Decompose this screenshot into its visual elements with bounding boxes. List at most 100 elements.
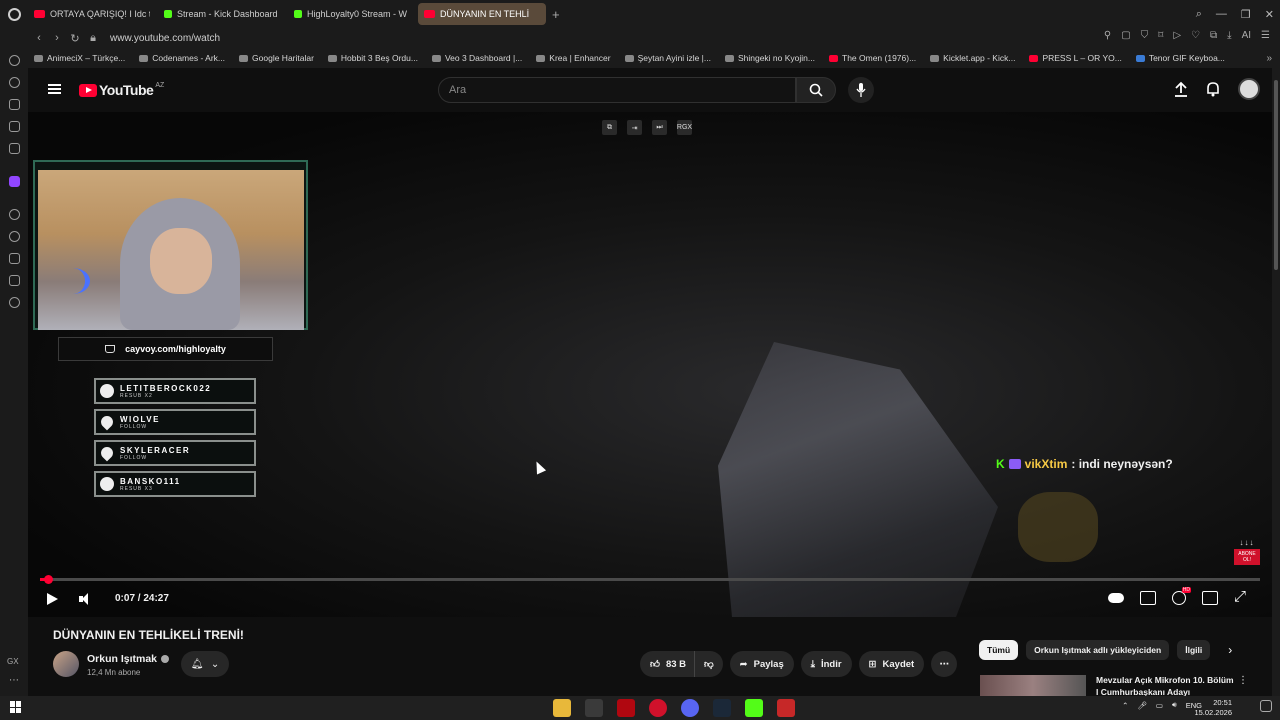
bookmark-item[interactable]: Shingeki no Kyojin... [724,53,815,63]
new-tab-icon[interactable]: + [552,7,560,22]
twitch-icon[interactable] [9,176,20,187]
minimize-icon[interactable]: — [1216,8,1227,20]
tab-kick-dashboard[interactable]: Stream - Kick Dashboard [158,3,286,25]
dislike-button[interactable]: 👎︎ [695,651,723,677]
volume-icon[interactable]: 🔊︎ [1172,700,1177,710]
bookmark-item[interactable]: Krea | Enhancer [536,53,611,63]
search-button[interactable] [796,77,836,103]
gx-label[interactable]: GX [7,657,19,666]
bookmark-icon[interactable]: ⌑ [1158,30,1163,41]
gx-corner-icon[interactable] [9,99,20,110]
kick-icon[interactable] [745,699,763,717]
close-icon[interactable]: ✕ [1265,8,1274,21]
picture-in-picture-icon[interactable]: ⧉ [602,120,617,135]
settings-gear-icon[interactable]: HD [1172,587,1191,605]
notification-center-icon[interactable] [1260,700,1272,712]
search-tabs-icon[interactable]: ⌕ [1196,8,1202,21]
chip-from-uploader[interactable]: Orkun Işıtmak adlı yükleyiciden [1026,640,1170,660]
history-icon[interactable] [9,231,20,242]
skip-icon[interactable]: ⏭ [652,120,667,135]
popout-icon[interactable]: ⇥ [627,120,642,135]
youtube-logo[interactable]: YouTube AZ [79,82,164,98]
tab-youtube-active[interactable]: DÜNYANIN EN TEHLİ [418,3,546,25]
downloads-icon[interactable] [9,253,20,264]
taskbar-clock[interactable]: 20:51 15.02.2026 [1194,698,1232,718]
restore-icon[interactable]: ❐ [1241,8,1251,21]
microsoft-store-icon[interactable] [585,699,603,717]
speed-dial-icon[interactable] [9,55,20,66]
scrollbar-thumb[interactable] [1274,80,1278,270]
guide-menu-icon[interactable] [48,84,61,94]
network-icon[interactable]: ▭ [1156,701,1163,710]
like-button[interactable]: 👍︎ 83 B [640,651,696,677]
autoplay-toggle[interactable] [1108,593,1124,603]
url-field[interactable]: www.youtube.com/watch [110,33,220,44]
messenger-icon[interactable] [9,143,20,154]
player-icon[interactable]: ▷ [1173,30,1181,41]
bookmark-item[interactable]: Hobbit 3 Beş Ordu... [327,53,418,63]
microphone-icon[interactable]: 🎤︎ [1137,701,1147,710]
tab-kick-stream[interactable]: HighLoyalty0 Stream - W [288,3,416,25]
reload-icon[interactable]: ↻ [66,32,84,45]
search-input[interactable]: Ara [438,77,796,103]
upload-icon[interactable] [1174,81,1188,97]
extensions-icon[interactable]: ⧉ [1210,30,1217,41]
subtitles-icon[interactable] [1140,591,1156,605]
chevron-right-icon[interactable]: › [1228,643,1232,657]
download-button[interactable]: ⤓ İndir [800,651,852,677]
rgx-badge[interactable]: RGX [677,120,692,135]
bookmark-item[interactable]: Veo 3 Dashboard |... [431,53,522,63]
related-video-title[interactable]: Mevzular Açık Mikrofon 10. Bölüm I Cumhu… [1096,674,1236,696]
bookmarks-more-icon[interactable]: » [1266,53,1272,64]
tab-youtube-1[interactable]: ORTAYA QARIŞIQ! I Idc ti [28,3,156,25]
account-avatar[interactable] [1238,78,1260,100]
more-icon[interactable]: ⋯ [9,675,19,686]
extensions-icon[interactable] [9,275,20,286]
bookmark-item[interactable]: Kicklet.app - Kick... [930,53,1015,63]
pin-icon[interactable]: ⚲ [1104,30,1111,41]
discord-icon[interactable] [681,699,699,717]
chip-all[interactable]: Tümü [979,640,1019,660]
more-vertical-icon[interactable]: ⋮ [1238,675,1248,686]
volume-icon[interactable] [79,593,91,605]
file-explorer-icon[interactable] [553,699,571,717]
netflix-icon[interactable] [617,699,635,717]
opera-gx-logo-icon[interactable] [0,0,28,28]
more-actions-button[interactable]: ⋯ [931,651,958,677]
fullscreen-icon[interactable] [1234,588,1250,605]
related-video-thumbnail[interactable] [980,675,1086,696]
forward-icon[interactable]: › [48,32,66,44]
chip-related[interactable]: İlgili [1177,640,1211,660]
menu-icon[interactable]: ☰ [1261,30,1270,41]
spotify-icon[interactable] [9,209,20,220]
settings-gear-icon[interactable] [9,297,20,308]
bookmark-item[interactable]: PRESS L – OR YO... [1029,53,1122,63]
bookmark-item[interactable]: AnimeciX – Türkçe... [34,53,125,63]
windows-start-icon[interactable] [10,701,22,713]
chevron-up-icon[interactable]: ⌃ [1122,701,1128,710]
theater-mode-icon[interactable] [1202,591,1218,605]
shield-icon[interactable]: ⛉ [1141,30,1149,41]
progress-scrubber[interactable] [44,575,53,584]
bookmark-item[interactable]: Google Haritalar [239,53,314,63]
back-icon[interactable]: ‹ [30,32,48,44]
bookmark-item[interactable]: Şeytan Ayini izle |... [624,53,711,63]
steam-icon[interactable] [713,699,731,717]
save-button[interactable]: ⊞ Kaydet [858,651,925,677]
heart-icon[interactable]: ♡ [1191,30,1200,41]
bookmark-item[interactable]: The Omen (1976)... [829,53,916,63]
snapshot-icon[interactable]: ▢ [1121,30,1130,41]
channel-avatar[interactable] [53,651,79,677]
download-icon[interactable]: ⤓ [1227,30,1231,41]
opera-gx-icon[interactable] [649,699,667,717]
app-icon[interactable] [777,699,795,717]
page-scrollbar[interactable] [1272,68,1280,696]
aria-ai-icon[interactable]: AI [1242,30,1251,41]
subscription-bell-button[interactable]: 🔔︎ ⌄ [181,651,229,677]
bookmark-item[interactable]: Tenor GIF Keyboa... [1135,53,1225,63]
gx-control-icon[interactable] [9,77,20,88]
voice-search-button[interactable] [848,77,874,103]
notifications-bell-icon[interactable] [1206,81,1220,97]
play-icon[interactable] [47,593,58,605]
bookmark-item[interactable]: Codenames - Ark... [139,53,225,63]
